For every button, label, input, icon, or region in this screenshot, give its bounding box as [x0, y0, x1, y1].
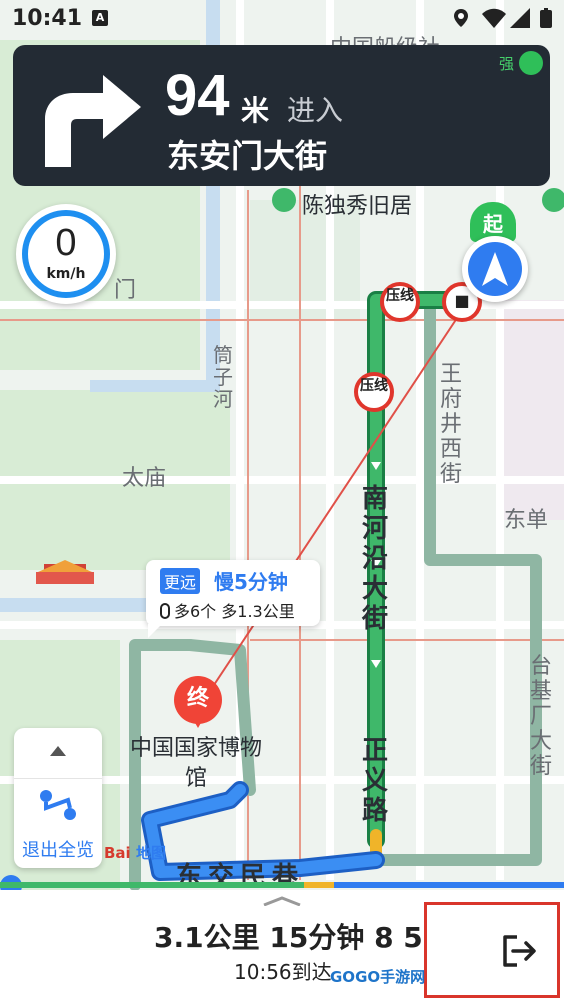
map-label-wangfujing-xijie: 王府井西街 [439, 362, 462, 487]
collapse-up-icon[interactable] [50, 746, 66, 756]
map-label-museum: 中国国家博物馆 [130, 736, 263, 791]
status-time: 10:41 [12, 6, 83, 31]
current-location-marker [462, 236, 528, 302]
map-label-taiji-chang: 台基厂大街 [529, 654, 552, 779]
poi-green-icon [272, 188, 296, 212]
alt-route-slow: 慢5分钟 [214, 570, 288, 594]
baidu-brand: Bai [104, 844, 131, 862]
map-label-xihuamen: 门 [114, 278, 137, 303]
gps-signal-icon [519, 51, 543, 75]
baidu-map-logo: Bai 地图 [104, 842, 166, 863]
map-label-tongzihe: 筒子河 [213, 343, 233, 411]
no-line-sign-1: 压线 [380, 282, 420, 322]
speedometer: 0 km/h [16, 204, 116, 304]
exit-overview-button[interactable]: 退出全览 [14, 836, 102, 862]
alt-route-bubble[interactable]: 更远 慢5分钟 多6个 多1.3公里 [146, 560, 320, 638]
overview-controls: 退出全览 [14, 728, 102, 868]
wifi-icon [482, 8, 506, 28]
exit-navigation-button[interactable] [424, 902, 560, 998]
no-line-sign-2: 压线 [354, 372, 394, 412]
watermark: GOGO手游网 [330, 968, 426, 986]
map-label-zhengyi: 正义路 [361, 736, 388, 826]
map-label-chen-duxiu: 陈独秀旧居 [302, 194, 413, 219]
poi-green-icon-right [542, 188, 564, 212]
tiananmen-icon [34, 556, 96, 586]
destination-marker[interactable]: 终 [174, 676, 222, 732]
location-icon [454, 9, 468, 27]
bottom-panel: 3.1公里 15分钟 8 5 10:56到达 GOGO手游网 [0, 890, 564, 1004]
exit-icon [503, 935, 536, 967]
chevron-up-icon[interactable] [262, 896, 302, 906]
status-bar: 10:41 A [0, 0, 564, 38]
battery-icon [540, 8, 552, 28]
guidance-unit: 米 [241, 94, 270, 127]
speed-unit: km/h [46, 266, 86, 282]
turn-right-arrow-icon [45, 75, 141, 167]
map-label-taimiao: 太庙 [122, 466, 167, 491]
trip-summary-extra: 8 5 [374, 921, 423, 954]
guidance-card[interactable]: 94 米 进入 东安门大街 强 [13, 45, 550, 186]
baidu-map-text: 地图 [135, 844, 166, 862]
map-label-dongdan: 东单 [504, 508, 549, 533]
trip-summary: 3.1公里 15分钟 8 5 [154, 916, 423, 956]
route-overview-icon [40, 790, 76, 820]
notification-a-icon: A [92, 10, 108, 26]
navigation-arrow-icon [482, 252, 508, 286]
alt-route-tag: 更远 [160, 568, 201, 594]
alt-route-detail-text: 多6个 多1.3公里 [174, 602, 295, 621]
guidance-action: 进入 [287, 94, 344, 127]
traffic-light-icon [160, 603, 170, 619]
map-label-nanheyan: 南河沿大街 [361, 484, 388, 634]
alt-route-detail: 多6个 多1.3公里 [160, 598, 295, 622]
signal-icon [510, 8, 530, 28]
route-progress-bar [0, 882, 564, 888]
guidance-street: 东安门大街 [167, 137, 328, 175]
speed-value: 0 [55, 222, 77, 264]
gps-strength-label: 强 [499, 55, 515, 73]
guidance-distance: 94 [165, 63, 230, 128]
arrival-time: 10:56到达 [234, 960, 332, 984]
trip-summary-main: 3.1公里 15分钟 [154, 921, 375, 954]
